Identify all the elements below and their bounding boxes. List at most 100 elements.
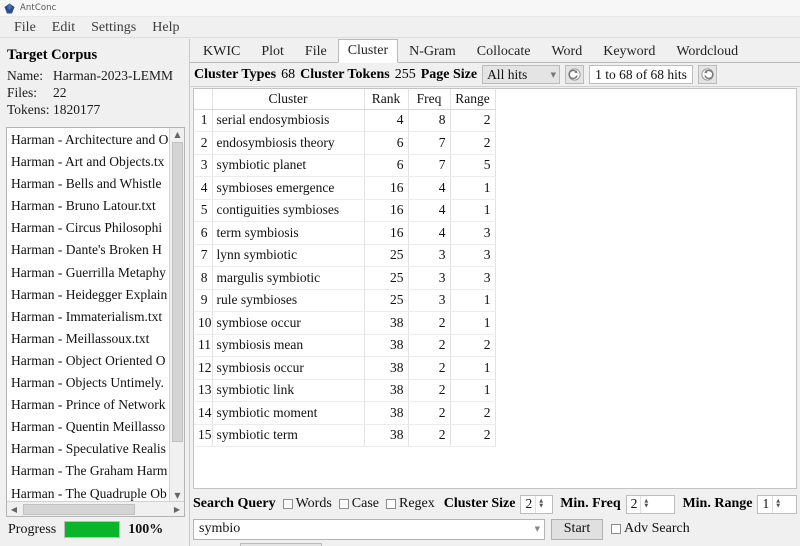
list-item[interactable]: Harman - Art and Objects.tx <box>9 151 170 173</box>
table-row[interactable]: 2 endosymbiosis theory 6 7 2 <box>194 131 496 155</box>
file-list-horizontal-scrollbar[interactable]: ◀ ▶ <box>7 501 184 516</box>
table-row[interactable]: 11 symbiosis mean 38 2 2 <box>194 334 496 357</box>
column-header-index <box>194 89 213 110</box>
search-input-value: symbio <box>199 521 241 536</box>
list-item[interactable]: Harman - Dante's Broken H <box>9 239 170 261</box>
tab-wordcloud[interactable]: Wordcloud <box>666 40 748 63</box>
adv-search-checkbox[interactable]: Adv Search <box>611 521 690 537</box>
chevron-down-icon[interactable]: ▼ <box>535 525 540 533</box>
start-button[interactable]: Start <box>551 518 603 540</box>
tab-kwic[interactable]: KWIC <box>193 40 250 63</box>
table-row[interactable]: 1 serial endosymbiosis 4 8 2 <box>194 109 496 132</box>
table-row[interactable]: 6 term symbiosis 16 4 3 <box>194 221 496 245</box>
list-item[interactable]: Harman - The Quadruple Ob <box>9 483 170 503</box>
cluster-results-table-area[interactable]: Cluster Rank Freq Range 1 serial endosymb… <box>193 88 797 489</box>
list-item[interactable]: Harman - Speculative Realis <box>9 438 170 460</box>
cell-freq: 3 <box>408 266 451 290</box>
menu-edit[interactable]: Edit <box>44 18 83 37</box>
case-checkbox[interactable]: Case <box>338 496 379 512</box>
min-freq-stepper[interactable]: 2 ▲ ▼ <box>625 494 676 514</box>
list-item[interactable]: Harman - Bells and Whistle <box>9 173 170 195</box>
progress-area: Progress 100% <box>8 521 163 538</box>
table-row[interactable]: 14 symbiotic moment 38 2 2 <box>194 401 496 425</box>
column-header-freq[interactable]: Freq <box>408 89 451 110</box>
list-item[interactable]: Harman - Prince of Network <box>9 394 170 416</box>
list-item[interactable]: Harman - Objects Untimely. <box>9 372 170 394</box>
regex-checkbox[interactable]: Regex <box>386 496 435 512</box>
tab-keyword[interactable]: Keyword <box>593 40 665 63</box>
tab-cluster[interactable]: Cluster <box>337 39 399 63</box>
column-header-rank[interactable]: Rank <box>364 89 409 110</box>
tab-ngram[interactable]: N-Gram <box>399 40 466 63</box>
cell-range: 1 <box>450 176 496 200</box>
list-item[interactable]: Harman - Architecture and O <box>9 129 170 151</box>
stepper-arrows-icon[interactable]: ▲ ▼ <box>640 495 651 513</box>
list-item[interactable]: Harman - The Graham Harm <box>9 460 170 482</box>
table-row[interactable]: 8 margulis symbiotic 25 3 3 <box>194 266 496 290</box>
list-item[interactable]: Harman - Quentin Meillasso <box>9 416 170 438</box>
list-item[interactable]: Harman - Immaterialism.txt <box>9 306 170 328</box>
page-size-select[interactable]: All hits ▼ <box>482 65 561 84</box>
cell-freq: 4 <box>408 221 451 245</box>
table-row[interactable]: 13 symbiotic link 38 2 1 <box>194 379 496 402</box>
corpus-file-list[interactable]: Harman - Architecture and O Harman - Art… <box>7 128 170 502</box>
cell-range: 1 <box>450 289 496 312</box>
scroll-right-icon[interactable]: ▶ <box>170 502 184 516</box>
list-item[interactable]: Harman - Circus Philosophi <box>9 217 170 239</box>
next-page-button[interactable] <box>697 65 717 84</box>
cell-rank: 16 <box>364 199 409 222</box>
table-row[interactable]: 3 symbiotic planet 6 7 5 <box>194 154 496 177</box>
cell-index: 2 <box>194 131 213 155</box>
list-item[interactable]: Harman - Object Oriented O <box>9 350 170 372</box>
menu-settings[interactable]: Settings <box>83 18 144 37</box>
cell-rank: 6 <box>364 154 409 177</box>
table-row[interactable]: 9 rule symbioses 25 3 1 <box>194 289 496 312</box>
table-row[interactable]: 10 symbiose occur 38 2 1 <box>194 311 496 335</box>
corpus-files-row: Files: 22 <box>7 84 185 101</box>
list-item[interactable]: Harman - Heidegger Explain <box>9 284 170 306</box>
scroll-up-icon[interactable]: ▲ <box>170 128 184 141</box>
cluster-size-stepper[interactable]: 2 ▲ ▼ <box>520 494 554 514</box>
stepper-arrows-icon[interactable]: ▲ ▼ <box>535 495 546 513</box>
progress-percent: 100% <box>128 521 164 537</box>
list-item[interactable]: Harman - Bruno Latour.txt <box>9 195 170 217</box>
file-list-vertical-scrollbar[interactable]: ▲ ▼ <box>169 128 184 502</box>
cell-index: 10 <box>194 311 213 335</box>
case-label: Case <box>351 496 379 511</box>
corpus-heading: Target Corpus <box>7 47 98 63</box>
cell-freq: 2 <box>408 379 451 402</box>
list-item[interactable]: Harman - Guerrilla Metaphy <box>9 262 170 284</box>
scroll-left-icon[interactable]: ◀ <box>7 502 21 516</box>
table-row[interactable]: 5 contiguities symbioses 16 4 1 <box>194 199 496 222</box>
cell-range: 5 <box>450 154 496 177</box>
table-row[interactable]: 4 symbioses emergence 16 4 1 <box>194 176 496 200</box>
list-item[interactable]: Harman - Meillassoux.txt <box>9 328 170 350</box>
words-checkbox[interactable]: Words <box>282 496 332 512</box>
cell-index: 14 <box>194 401 213 425</box>
cell-index: 6 <box>194 221 213 245</box>
cell-index: 11 <box>194 334 213 357</box>
tab-file[interactable]: File <box>295 40 337 63</box>
cell-freq: 8 <box>408 109 451 132</box>
horizontal-scroll-thumb[interactable] <box>23 504 135 515</box>
tab-collocate[interactable]: Collocate <box>467 40 541 63</box>
page-size-value: All hits <box>487 66 528 82</box>
tool-tabs: KWIC Plot File Cluster N-Gram Collocate … <box>190 39 800 63</box>
table-row[interactable]: 7 lynn symbiotic 25 3 3 <box>194 244 496 267</box>
min-range-stepper[interactable]: 1 ▲ ▼ <box>757 494 798 514</box>
menu-help[interactable]: Help <box>144 18 187 37</box>
cell-cluster: symbiosis occur <box>212 356 365 380</box>
min-range-label: Min. Range <box>682 496 753 511</box>
column-header-cluster[interactable]: Cluster <box>212 89 365 110</box>
stepper-arrows-icon[interactable]: ▲ ▼ <box>772 495 783 513</box>
tab-plot[interactable]: Plot <box>251 40 294 63</box>
prev-page-button[interactable] <box>565 65 585 84</box>
table-row[interactable]: 15 symbiotic term 38 2 2 <box>194 424 496 447</box>
tab-word[interactable]: Word <box>541 40 592 63</box>
checkbox-icon <box>282 499 293 509</box>
menu-file[interactable]: File <box>6 18 44 37</box>
search-input[interactable]: symbio ▼ <box>193 518 545 540</box>
vertical-scroll-thumb[interactable] <box>172 142 183 442</box>
column-header-range[interactable]: Range <box>450 89 496 110</box>
table-row[interactable]: 12 symbiosis occur 38 2 1 <box>194 356 496 380</box>
